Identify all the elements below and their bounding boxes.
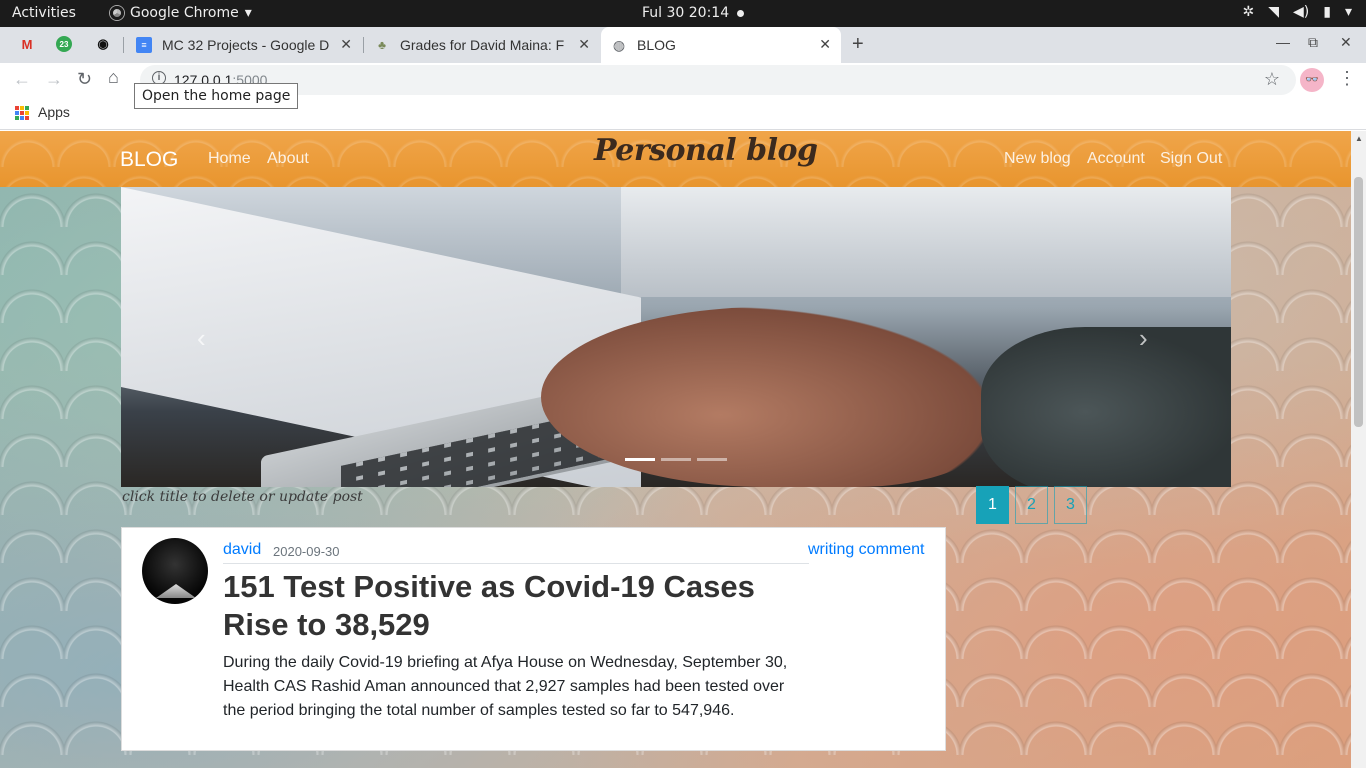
page-link[interactable]: 2 [1015, 486, 1048, 524]
divider [223, 563, 809, 564]
chevron-down-icon[interactable]: ▾ [1345, 4, 1352, 20]
nav-about-link[interactable]: About [267, 150, 309, 168]
tab-label: BLOG [637, 37, 676, 53]
close-icon[interactable]: ✕ [340, 36, 352, 53]
apps-grid-icon[interactable] [15, 106, 29, 120]
post-body: During the daily Covid-19 briefing at Af… [223, 654, 788, 719]
carousel-next-icon[interactable]: › [1139, 323, 1148, 354]
pagination: 1 2 3 [976, 486, 1087, 524]
apps-bookmark[interactable]: Apps [38, 104, 70, 120]
page-link[interactable]: 3 [1054, 486, 1087, 524]
tab-label: Grades for David Maina: F [400, 37, 565, 53]
nav-new-blog-link[interactable]: New blog [1004, 150, 1071, 168]
write-comment-link[interactable]: writing comment [808, 541, 924, 559]
chevron-down-icon: ▾ [244, 5, 252, 21]
app-menu[interactable]: Google Chrome ▾ [110, 5, 252, 21]
post-card: david 2020-09-30 writing comment 151 Tes… [121, 527, 946, 751]
forward-icon[interactable]: → [45, 69, 63, 90]
author-avatar [142, 538, 208, 604]
chrome-icon [110, 6, 124, 20]
notification-dot-icon [737, 10, 744, 17]
home-tooltip: Open the home page [134, 83, 299, 109]
close-icon[interactable]: ✕ [819, 36, 831, 53]
scrollbar-thumb[interactable] [1354, 177, 1363, 427]
carousel-indicator[interactable] [661, 458, 691, 461]
nav-sign-out-link[interactable]: Sign Out [1160, 150, 1222, 168]
tab-divider [123, 37, 124, 53]
carousel-prev-icon[interactable]: ‹ [197, 323, 206, 354]
image-carousel[interactable]: ‹ › [121, 187, 1231, 487]
gmail-badge[interactable]: 23 [56, 36, 72, 52]
tab-google-docs[interactable]: ≡ MC 32 Projects - Google D ✕ [126, 27, 362, 63]
app-menu-label: Google Chrome [130, 5, 239, 21]
volume-icon[interactable]: ◀) [1293, 4, 1309, 20]
page-scrollbar[interactable]: ▲ [1351, 131, 1366, 768]
tab-label: MC 32 Projects - Google D [162, 37, 330, 53]
close-window-icon[interactable]: ✕ [1340, 34, 1352, 51]
carousel-indicator[interactable] [697, 458, 727, 461]
reload-icon[interactable]: ↻ [77, 69, 92, 90]
scroll-up-icon[interactable]: ▲ [1355, 134, 1363, 143]
gmail-icon[interactable]: M [18, 35, 36, 53]
page-link[interactable]: 1 [976, 486, 1009, 524]
hands-graphic [541, 307, 991, 487]
bookmark-star-icon[interactable]: ☆ [1264, 69, 1280, 90]
wifi-icon[interactable]: ◥ [1268, 4, 1279, 20]
post-date: 2020-09-30 [273, 544, 340, 559]
site-navbar: BLOG Home About Personal blog New blog A… [0, 131, 1351, 187]
nav-account-link[interactable]: Account [1087, 150, 1145, 168]
tab-blog[interactable]: ◍ BLOG ✕ [601, 27, 841, 63]
post-title[interactable]: 151 Test Positive as Covid-19 Cases Rise… [223, 568, 783, 644]
battery-icon[interactable]: ▮ [1323, 4, 1331, 20]
github-icon[interactable]: ◉ [94, 35, 112, 53]
carousel-indicator[interactable] [625, 458, 655, 461]
page-viewport: BLOG Home About Personal blog New blog A… [0, 131, 1351, 768]
sleeve-graphic [981, 327, 1231, 487]
activities-button[interactable]: Activities [12, 5, 76, 21]
minimize-icon[interactable]: — [1276, 34, 1290, 50]
profile-avatar-icon[interactable]: 👓 [1300, 68, 1324, 92]
grades-icon: ♣ [378, 38, 386, 52]
slack-icon[interactable]: ✲ [1243, 4, 1255, 20]
tab-grades[interactable]: ♣ Grades for David Maina: F ✕ [364, 27, 600, 63]
home-icon[interactable]: ⌂ [108, 67, 119, 88]
new-tab-button[interactable]: + [852, 33, 864, 56]
carousel-image [621, 187, 1231, 297]
back-icon[interactable]: ← [13, 69, 31, 90]
restore-icon[interactable]: ⧉ [1308, 34, 1318, 51]
more-menu-icon[interactable]: ⋮ [1338, 68, 1356, 89]
system-top-bar: Activities Google Chrome ▾ Ful 30 20:14 … [0, 0, 1366, 27]
address-bar[interactable]: i 127.0.0.1:5000 ☆ [140, 65, 1296, 95]
post-author-link[interactable]: david [223, 541, 261, 559]
google-docs-icon: ≡ [136, 37, 152, 53]
nav-home-link[interactable]: Home [208, 150, 251, 168]
globe-icon: ◍ [612, 36, 626, 53]
site-brand[interactable]: BLOG [120, 148, 178, 172]
system-tray[interactable]: ✲ ◥ ◀) ▮ ▾ [1243, 4, 1353, 20]
close-icon[interactable]: ✕ [578, 36, 590, 53]
edit-hint: click title to delete or update post [122, 489, 363, 505]
tab-strip: M 23 ◉ ≡ MC 32 Projects - Google D ✕ ♣ G… [0, 27, 1366, 63]
carousel-indicators [625, 458, 727, 461]
clock[interactable]: Ful 30 20:14 [642, 5, 729, 21]
site-title: Personal blog [594, 133, 818, 168]
